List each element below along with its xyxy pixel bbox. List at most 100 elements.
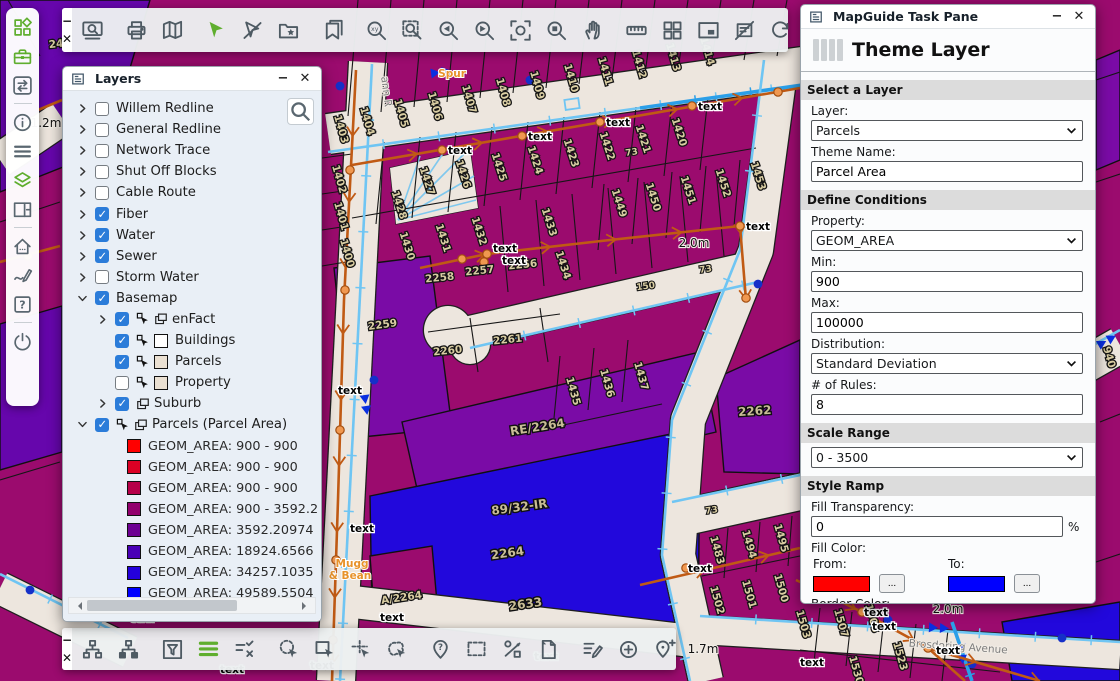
edit-attributes-button[interactable] xyxy=(574,631,610,667)
filter-button[interactable] xyxy=(154,631,190,667)
legend-button[interactable] xyxy=(11,140,35,162)
layer-row-water[interactable]: Water xyxy=(63,225,321,246)
bookmarks-button[interactable] xyxy=(314,12,350,48)
swap-panels-button[interactable] xyxy=(11,74,35,96)
distribution-select[interactable]: Standard Deviation xyxy=(811,353,1083,374)
select-radius-button[interactable] xyxy=(270,631,306,667)
chevron-right-icon[interactable] xyxy=(77,187,95,198)
layer-checkbox[interactable] xyxy=(95,186,109,200)
chevron-right-icon[interactable] xyxy=(77,103,95,114)
chevron-right-icon[interactable] xyxy=(77,209,95,220)
task-pane-minimize-button[interactable]: − xyxy=(1049,9,1065,25)
viewport-button[interactable] xyxy=(690,12,726,48)
overview-button[interactable] xyxy=(74,12,110,48)
chevron-down-icon[interactable] xyxy=(77,419,95,430)
layer-checkbox[interactable] xyxy=(95,228,109,242)
layer-checkbox[interactable] xyxy=(95,123,109,137)
zoom-extents-button[interactable] xyxy=(502,12,538,48)
toolbar-close-button[interactable]: ✕ xyxy=(62,653,72,663)
layer-checkbox[interactable] xyxy=(95,165,109,179)
zoom-rectangle-button[interactable] xyxy=(394,12,430,48)
redline-button[interactable] xyxy=(11,264,35,286)
select-button[interactable] xyxy=(198,12,234,48)
layer-checkbox[interactable] xyxy=(95,144,109,158)
pan-button[interactable] xyxy=(574,12,610,48)
select-within-button[interactable] xyxy=(306,631,342,667)
layer-row-parcels-parcel-area-[interactable]: Parcels (Parcel Area) xyxy=(63,414,321,435)
trace-upstream-button[interactable] xyxy=(74,631,110,667)
print-button[interactable] xyxy=(118,12,154,48)
add-panel-button[interactable] xyxy=(11,198,35,220)
layer-checkbox[interactable] xyxy=(95,207,109,221)
layer-checkbox[interactable] xyxy=(115,312,129,326)
toolbar-close-button[interactable]: ✕ xyxy=(62,34,72,44)
toolbar-minimize-button[interactable]: − xyxy=(62,635,72,645)
layer-checkbox[interactable] xyxy=(115,334,129,348)
apps-button[interactable] xyxy=(11,16,35,38)
property-select[interactable]: GEOM_AREA xyxy=(811,230,1083,251)
layer-row-suburb[interactable]: Suburb xyxy=(63,393,321,414)
layer-row-enfact[interactable]: enFact xyxy=(63,309,321,330)
select-box-button[interactable] xyxy=(458,631,494,667)
scroll-right-arrow[interactable] xyxy=(302,602,310,610)
chevron-right-icon[interactable] xyxy=(77,251,95,262)
layer-row-cable-route[interactable]: Cable Route xyxy=(63,182,321,203)
layer-row-willem-redline[interactable]: Willem Redline xyxy=(63,98,321,119)
select-cross-button[interactable] xyxy=(342,631,378,667)
fill-from-browse-button[interactable]: ... xyxy=(879,574,905,593)
layers-button[interactable] xyxy=(11,169,35,191)
layer-row-fiber[interactable]: Fiber xyxy=(63,203,321,224)
layer-row-general-redline[interactable]: General Redline xyxy=(63,119,321,140)
layer-row-storm-water[interactable]: Storm Water xyxy=(63,267,321,288)
chevron-right-icon[interactable] xyxy=(77,145,95,156)
layers-close-button[interactable]: ✕ xyxy=(297,71,313,87)
layers-horizontal-scrollbar[interactable] xyxy=(68,597,316,614)
chevron-right-icon[interactable] xyxy=(77,124,95,135)
identify-button[interactable]: ? xyxy=(422,631,458,667)
list-button[interactable] xyxy=(190,631,226,667)
fill-transparency-input[interactable] xyxy=(811,516,1063,537)
split-button[interactable] xyxy=(494,631,530,667)
layer-checkbox[interactable] xyxy=(95,249,109,263)
scrollbar-thumb[interactable] xyxy=(87,600,237,611)
chevron-right-icon[interactable] xyxy=(77,272,95,283)
layer-row-property[interactable]: Property xyxy=(63,372,321,393)
quick-plot-button[interactable] xyxy=(654,12,690,48)
logout-button[interactable] xyxy=(11,330,35,352)
layer-row-basemap[interactable]: Basemap xyxy=(63,288,321,309)
zoom-selected-button[interactable] xyxy=(538,12,574,48)
chevron-right-icon[interactable] xyxy=(97,314,115,325)
layer-checkbox[interactable] xyxy=(95,102,109,116)
toolbar-minimize-button[interactable]: − xyxy=(62,16,72,26)
layer-checkbox[interactable] xyxy=(115,397,129,411)
zoom-xy-button[interactable]: xy xyxy=(358,12,394,48)
add-point-button[interactable] xyxy=(610,631,646,667)
max-input[interactable] xyxy=(811,312,1083,333)
layer-row-shut-off-blocks[interactable]: Shut Off Blocks xyxy=(63,161,321,182)
maps-button[interactable] xyxy=(154,12,190,48)
home-button[interactable] xyxy=(11,235,35,257)
add-bookmark-button[interactable] xyxy=(270,12,306,48)
zoom-next-button[interactable] xyxy=(466,12,502,48)
task-pane-close-button[interactable]: ✕ xyxy=(1071,9,1087,25)
layers-minimize-button[interactable]: − xyxy=(275,71,291,87)
hide-labels-button[interactable] xyxy=(726,12,762,48)
help-button[interactable]: ? xyxy=(11,293,35,315)
chevron-right-icon[interactable] xyxy=(77,230,95,241)
chevron-right-icon[interactable] xyxy=(77,166,95,177)
task-menu-icon[interactable] xyxy=(813,39,843,61)
add-location-button[interactable] xyxy=(646,631,682,667)
layers-panel-titlebar[interactable]: Layers − ✕ xyxy=(63,67,321,91)
layer-select[interactable]: Parcels xyxy=(811,120,1083,141)
clear-list-button[interactable] xyxy=(226,631,262,667)
layer-checkbox[interactable] xyxy=(95,291,109,305)
zoom-previous-button[interactable] xyxy=(430,12,466,48)
layer-search-button[interactable] xyxy=(287,98,314,125)
theme-name-input[interactable] xyxy=(811,161,1083,182)
layer-row-sewer[interactable]: Sewer xyxy=(63,246,321,267)
task-pane-titlebar[interactable]: MapGuide Task Pane − ✕ xyxy=(801,5,1095,29)
scroll-left-arrow[interactable] xyxy=(74,602,82,610)
chevron-down-icon[interactable] xyxy=(77,293,95,304)
select-polygon-button[interactable] xyxy=(378,631,414,667)
scale-range-select[interactable]: 0 - 3500 xyxy=(811,447,1083,468)
